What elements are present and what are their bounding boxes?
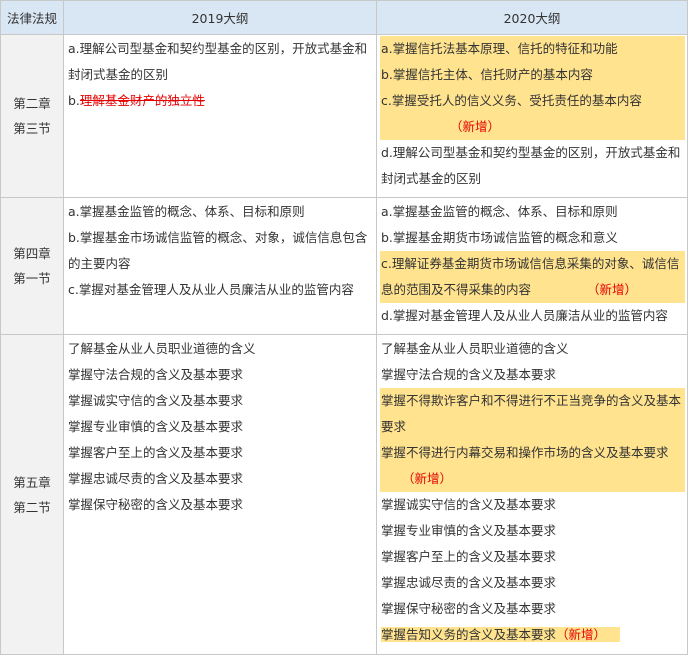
list-item: b.掌握基金期货市场诚信监管的概念和意义 <box>381 230 618 245</box>
list-item: 掌握忠诚尽责的含义及基本要求 <box>68 471 244 486</box>
chapter-label: 第四章 <box>13 246 51 261</box>
table-row: 第四章 第一节 a.掌握基金监管的概念、体系、目标和原则 b.掌握基金市场诚信监… <box>0 197 688 335</box>
syllabus-2019-cell: a.掌握基金监管的概念、体系、目标和原则 b.掌握基金市场诚信监管的概念、对象，… <box>63 197 377 335</box>
list-item: 掌握不得欺诈客户和不得进行不正当竞争的含义及基本要求 <box>381 393 682 434</box>
list-item: b.理解基金财产的独立性 <box>67 88 374 114</box>
list-item: a.掌握信托法基本原理、信托的特征和功能 <box>381 41 618 56</box>
header-2020: 2020大纲 <box>376 0 688 35</box>
section-cell: 第二章 第三节 <box>0 34 64 198</box>
item-text: 掌握告知义务的含义及基本要求 <box>381 627 557 642</box>
table-header-row: 法律法规 2019大纲 2020大纲 <box>0 0 688 35</box>
list-item: a.掌握基金监管的概念、体系、目标和原则 <box>68 204 305 219</box>
list-item: c.掌握对基金管理人及从业人员廉洁从业的监管内容 <box>68 282 354 297</box>
new-tag: （新增） <box>402 471 453 486</box>
list-item: 掌握守法合规的含义及基本要求 <box>381 367 557 382</box>
new-content-highlight: 掌握不得欺诈客户和不得进行不正当竞争的含义及基本要求 掌握不得进行内幕交易和操作… <box>380 388 685 492</box>
list-item: a.理解公司型基金和契约型基金的区别，开放式基金和封闭式基金的区别 <box>68 41 368 82</box>
list-item: a.掌握基金监管的概念、体系、目标和原则 <box>381 204 618 219</box>
list-item: 掌握守法合规的含义及基本要求 <box>68 367 244 382</box>
list-item: 掌握客户至上的含义及基本要求 <box>381 549 557 564</box>
list-item: c.掌握受托人的信义义务、受托责任的基本内容 <box>381 93 642 108</box>
syllabus-2019-cell: 了解基金从业人员职业道德的含义 掌握守法合规的含义及基本要求 掌握诚实守信的含义… <box>63 334 377 655</box>
list-item: b.掌握信托主体、信托财产的基本内容 <box>381 67 593 82</box>
section-cell: 第四章 第一节 <box>0 197 64 335</box>
list-item: d.掌握对基金管理人及从业人员廉洁从业的监管内容 <box>381 308 668 323</box>
deleted-item-text: 理解基金财产的独立性 <box>79 93 205 108</box>
chapter-label: 第五章 <box>13 474 51 490</box>
header-law: 法律法规 <box>0 0 64 35</box>
syllabus-2020-cell: a.掌握基金监管的概念、体系、目标和原则 b.掌握基金期货市场诚信监管的概念和意… <box>376 197 688 335</box>
header-2019: 2019大纲 <box>63 0 377 35</box>
syllabus-2019-cell: a.理解公司型基金和契约型基金的区别，开放式基金和封闭式基金的区别 b.理解基金… <box>63 34 377 198</box>
item-prefix: b. <box>68 93 80 108</box>
list-item: 了解基金从业人员职业道德的含义 <box>381 341 569 356</box>
list-item: 掌握不得进行内幕交易和操作市场的含义及基本要求 <box>381 445 669 460</box>
list-item: 掌握忠诚尽责的含义及基本要求 <box>381 575 557 590</box>
list-item: 掌握专业审慎的含义及基本要求 <box>381 523 557 538</box>
new-tag: （新增） <box>450 119 501 134</box>
list-item: d.理解公司型基金和契约型基金的区别，开放式基金和封闭式基金的区别 <box>381 145 681 186</box>
list-item: 掌握诚实守信的含义及基本要求 <box>381 497 557 512</box>
syllabus-comparison-table: 法律法规 2019大纲 2020大纲 第二章 第三节 a.理解公司型基金和契约型… <box>0 0 688 655</box>
new-tag: （新增） <box>556 627 607 642</box>
list-item: b.掌握基金市场诚信监管的概念、对象，诚信信息包含的主要内容 <box>68 230 368 271</box>
section-label: 第三节 <box>13 121 51 136</box>
section-cell: 第五章 第二节 <box>0 334 64 655</box>
new-content-highlight: 掌握告知义务的含义及基本要求（新增） <box>381 627 621 642</box>
list-item: 掌握保守秘密的含义及基本要求 <box>68 497 244 512</box>
list-item: 掌握专业审慎的含义及基本要求 <box>68 419 244 434</box>
syllabus-2020-cell: 了解基金从业人员职业道德的含义 掌握守法合规的含义及基本要求 掌握不得欺诈客户和… <box>376 334 688 655</box>
table-row: 第二章 第三节 a.理解公司型基金和契约型基金的区别，开放式基金和封闭式基金的区… <box>0 34 688 198</box>
list-item: 掌握告知义务的含义及基本要求（新增） <box>380 622 685 648</box>
list-item: 掌握保守秘密的含义及基本要求 <box>381 601 557 616</box>
list-item: 了解基金从业人员职业道德的含义 <box>68 341 256 356</box>
syllabus-2020-cell: a.掌握信托法基本原理、信托的特征和功能 b.掌握信托主体、信托财产的基本内容 … <box>376 34 688 198</box>
section-label: 第一节 <box>13 271 51 286</box>
chapter-label: 第二章 <box>13 96 51 111</box>
table-row: 第五章 第二节 了解基金从业人员职业道德的含义 掌握守法合规的含义及基本要求 掌… <box>0 334 688 655</box>
new-tag: （新增） <box>587 282 638 297</box>
section-label: 第二节 <box>13 499 51 515</box>
list-item: 掌握诚实守信的含义及基本要求 <box>68 393 244 408</box>
new-content-highlight: a.掌握信托法基本原理、信托的特征和功能 b.掌握信托主体、信托财产的基本内容 … <box>380 36 685 140</box>
list-item: c.理解证券基金期货市场诚信信息采集的对象、诚信信息的范围及不得采集的内容 （新增… <box>380 251 685 303</box>
list-item: 掌握客户至上的含义及基本要求 <box>68 445 244 460</box>
